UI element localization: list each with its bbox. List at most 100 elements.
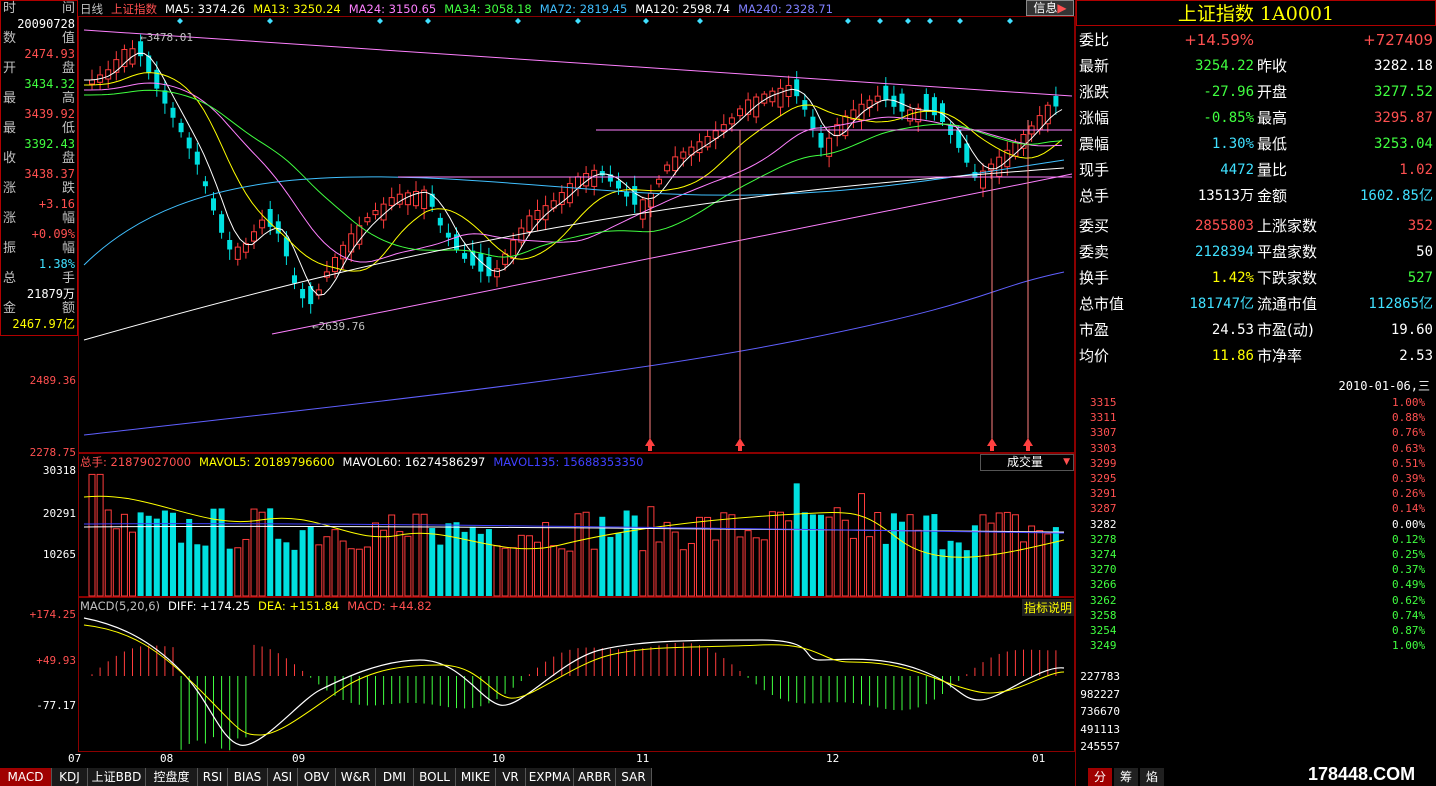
tab-wr[interactable]: W&R: [336, 768, 376, 786]
tab-bbd[interactable]: 上证BBD: [88, 768, 146, 786]
candle-body: [292, 275, 297, 284]
volume-bar: [858, 493, 865, 597]
volume-bar: [752, 537, 760, 597]
volume-bar: [825, 516, 833, 597]
info-row: 1.38%: [3, 256, 75, 272]
tab-kdj[interactable]: KDJ: [52, 768, 88, 786]
quote-value: -0.85%: [1203, 110, 1254, 126]
macd-axis-label: -77.17: [36, 699, 76, 712]
candle-body: [202, 181, 208, 187]
volume-bar: [760, 539, 768, 597]
info-value: 1.38%: [38, 257, 75, 271]
intraday-tab[interactable]: 分: [1088, 768, 1112, 786]
tab-asi[interactable]: ASI: [268, 768, 298, 786]
volume-bar: [947, 540, 954, 596]
tab-mike[interactable]: MIKE: [456, 768, 496, 786]
tab-dmi[interactable]: DMI: [376, 768, 414, 786]
info-row: 最高: [3, 91, 75, 107]
indicator-select[interactable]: 成交量 ▼: [980, 454, 1074, 471]
up-arrow-icon: [987, 438, 997, 446]
marker-diamond: [957, 18, 963, 24]
quote-label: 总市值: [1079, 295, 1125, 313]
volume-bar: [663, 521, 671, 597]
quote-value: 3295.87: [1373, 110, 1433, 126]
tab-rsi[interactable]: RSI: [198, 768, 228, 786]
tab-bias[interactable]: BIAS: [228, 768, 268, 786]
marker-diamond: [377, 18, 383, 24]
volume-bar: [1036, 530, 1044, 597]
info-button[interactable]: 信息▶: [1026, 0, 1074, 16]
legend-item: MACD: +44.82: [347, 599, 432, 613]
info-value: +3.16: [38, 197, 75, 211]
marker-diamond: [515, 18, 521, 24]
low-label: ←2639.76: [312, 320, 365, 333]
tab-obv[interactable]: OBV: [298, 768, 336, 786]
tab-expma[interactable]: EXPMA: [526, 768, 574, 786]
weibi-value: +727409: [1363, 31, 1433, 49]
volume-axis-label: 20291: [42, 507, 76, 520]
marker-diamond: [1007, 18, 1013, 24]
volume-bar: [453, 522, 460, 596]
info-value: 3434.32: [24, 77, 75, 91]
volume-bar: [890, 513, 897, 596]
quote-label: 委卖: [1079, 243, 1110, 261]
tab-arbr[interactable]: ARBR: [574, 768, 616, 786]
info-label: 涨: [3, 181, 17, 196]
intraday-tab[interactable]: 焰: [1140, 768, 1164, 786]
diff-line: [83, 617, 1065, 746]
tab-boll[interactable]: BOLL: [414, 768, 456, 786]
candle-body: [502, 253, 509, 265]
volume-bar: [712, 539, 720, 597]
intraday-pct-label: 0.14%: [1392, 502, 1426, 516]
legend-item: MA120: 2598.74: [635, 2, 731, 16]
indicator-help-button[interactable]: 指标说明: [1022, 599, 1075, 616]
candle-body: [794, 79, 800, 97]
candle-body: [647, 192, 654, 208]
tab-vr[interactable]: VR: [496, 768, 526, 786]
info-value: 3392.43: [24, 137, 75, 151]
quote-row: 震幅 1.30% 最低 3253.04: [1076, 131, 1436, 157]
candle-body: [234, 246, 241, 260]
candle-body: [737, 108, 743, 117]
info-row: 2467.97亿: [3, 316, 75, 332]
tab-[interactable]: 控盘度: [146, 768, 198, 786]
volume-bar: [170, 512, 176, 596]
up-arrow-icon: [735, 438, 745, 446]
volume-bar: [145, 515, 152, 596]
volume-bar: [396, 531, 404, 597]
volume-bar: [818, 514, 824, 596]
volume-bar: [234, 547, 242, 597]
quote-value: 1.30%: [1211, 136, 1254, 152]
legend-item: MA5: 3374.26: [165, 2, 246, 16]
month-label: 12: [826, 752, 840, 765]
candle-body: [186, 137, 192, 149]
intraday-vol-label: 245557: [1080, 740, 1120, 753]
candle-body: [534, 210, 541, 220]
intraday-price-label: 3291: [1090, 487, 1117, 501]
intraday-tab[interactable]: 筹: [1114, 768, 1138, 786]
candle-body: [656, 178, 662, 185]
info-value: 2467.97亿: [12, 317, 75, 331]
tab-macd[interactable]: MACD: [0, 768, 52, 786]
quote-label: 流通市值: [1257, 295, 1318, 313]
marker-diamond: [575, 18, 581, 24]
intraday-vol-label: 227783: [1080, 670, 1120, 683]
candle-body: [437, 217, 443, 226]
candle-body: [931, 97, 937, 116]
candle-body: [194, 151, 200, 165]
month-label: 07: [68, 752, 82, 765]
tab-sar[interactable]: SAR: [616, 768, 652, 786]
intraday-pct-label: 0.12%: [1392, 532, 1426, 546]
quote-label: 金额: [1257, 187, 1288, 205]
intraday-price-label: 3258: [1090, 608, 1117, 622]
volume-bar: [461, 531, 468, 596]
quote-row: 现手 4472 量比 1.02: [1076, 157, 1436, 183]
candle-body: [364, 217, 371, 223]
price-axis-label: 2278.75: [29, 446, 76, 459]
info-row: 涨幅: [3, 211, 75, 227]
intraday-pct-label: 0.87%: [1392, 624, 1426, 637]
volume-bar: [437, 544, 444, 596]
info-label: 幅: [61, 211, 75, 226]
candle-body: [89, 79, 95, 85]
info-label: 低: [61, 121, 75, 136]
